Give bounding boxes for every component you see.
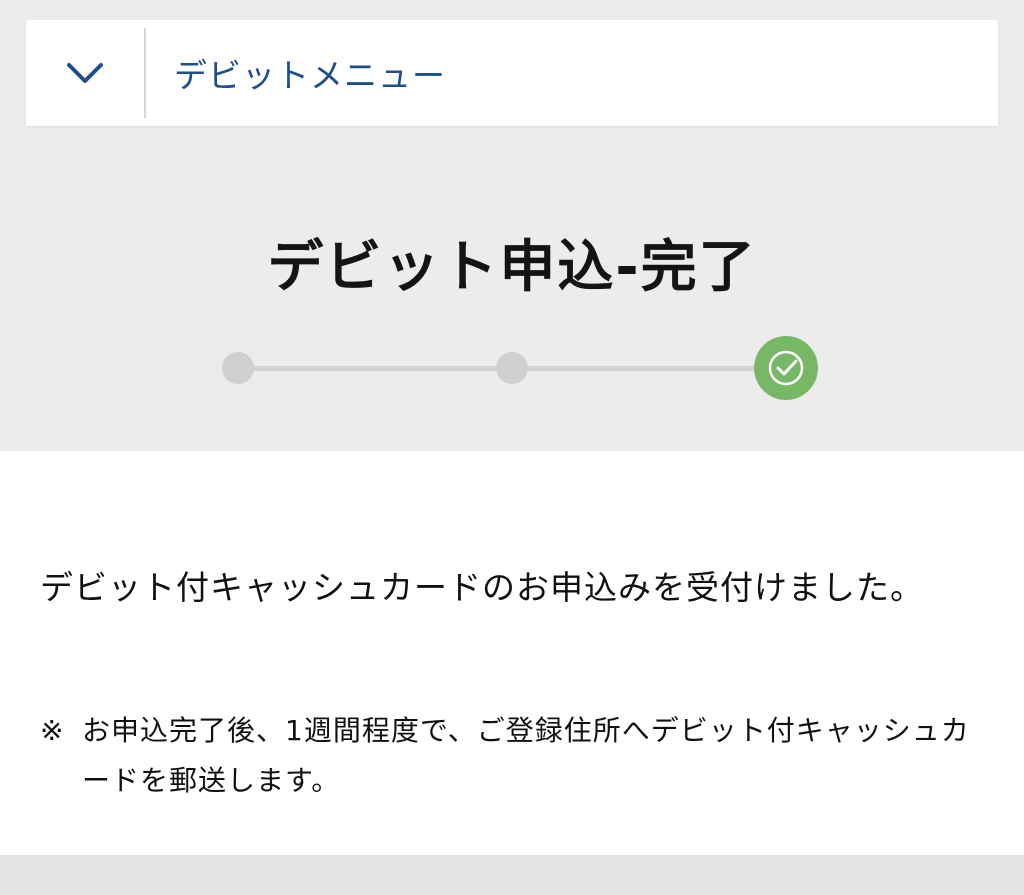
step-3-completed [754, 336, 818, 400]
page-title: デビット申込-完了 [267, 235, 757, 300]
step-1-dot [222, 352, 254, 384]
debit-menu-bar[interactable]: デビットメニュー [26, 20, 998, 126]
header-area: デビットメニュー デビット申込-完了 [0, 0, 1024, 451]
footer-strip [0, 855, 1024, 895]
content-area: デビット付キャッシュカードのお申込みを受付けました。 ※ お申込完了後、1週間程… [0, 451, 1024, 855]
menu-divider [144, 28, 146, 118]
note-mark: ※ [40, 714, 64, 747]
debit-menu-label[interactable]: デビットメニュー [174, 49, 446, 97]
menu-toggle-button[interactable] [26, 20, 144, 126]
step-connector-2 [512, 366, 786, 371]
shipping-note: ※ お申込完了後、1週間程度で、ご登録住所へデビット付キャッシュカードを郵送しま… [40, 706, 980, 806]
completion-message: デビット付キャッシュカードのお申込みを受付けました。 [40, 568, 924, 607]
step-connector-1 [238, 366, 512, 371]
step-2-dot [496, 352, 528, 384]
chevron-down-icon [67, 63, 103, 83]
note-text: お申込完了後、1週間程度で、ご登録住所へデビット付キャッシュカードを郵送します。 [82, 714, 970, 797]
progress-stepper [0, 330, 1024, 410]
check-circle-icon [768, 350, 804, 386]
